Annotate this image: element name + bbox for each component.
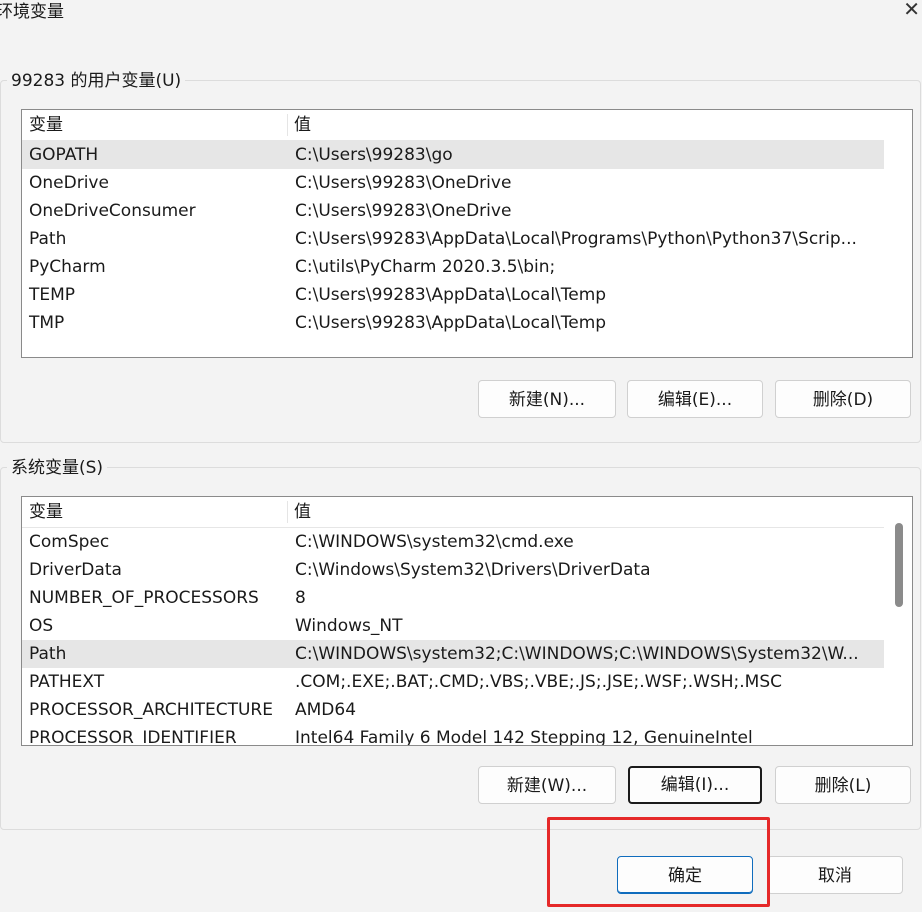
variable-name-cell: ComSpec <box>29 532 110 552</box>
variable-value-cell: C:\Users\99283\go <box>295 145 453 165</box>
variable-value-cell: .COM;.EXE;.BAT;.CMD;.VBS;.VBE;.JS;.JSE;.… <box>295 672 783 692</box>
user-edit-button[interactable]: 编辑(E)... <box>627 380 763 418</box>
user-variables-group: 99283 的用户变量(U) 变量 值 GOPATH C:\Users\99283… <box>0 69 921 443</box>
vertical-scrollbar[interactable] <box>886 497 912 745</box>
system-edit-button[interactable]: 编辑(I)... <box>628 766 762 804</box>
table-row[interactable]: ComSpec C:\WINDOWS\system32\cmd.exe <box>22 528 884 556</box>
variable-name-cell: PATHEXT <box>29 672 105 692</box>
variable-value-cell: C:\Users\99283\AppData\Local\Temp <box>295 285 607 305</box>
variable-value-cell: AMD64 <box>295 700 357 720</box>
table-row[interactable]: OneDriveConsumer C:\Users\99283\OneDrive <box>22 197 884 225</box>
table-row[interactable]: DriverData C:\Windows\System32\Drivers\Dr… <box>22 556 884 584</box>
list-header: 变量 值 <box>22 497 884 528</box>
table-row[interactable]: PyCharm C:\utils\PyCharm 2020.3.5\bin; <box>22 253 884 281</box>
column-header-variable[interactable]: 变量 <box>22 497 287 527</box>
variable-name-cell: PROCESSOR_ARCHITECTURE <box>29 700 273 720</box>
table-row[interactable]: NUMBER_OF_PROCESSORS 8 <box>22 584 884 612</box>
user-variables-list[interactable]: 变量 值 GOPATH C:\Users\99283\go OneDrive C:\U… <box>21 109 913 358</box>
system-delete-button[interactable]: 删除(L) <box>775 766 911 804</box>
column-header-value[interactable]: 值 <box>287 110 884 140</box>
user-new-button[interactable]: 新建(N)... <box>478 380 616 418</box>
variable-name-cell: TMP <box>29 313 65 333</box>
red-highlight-annotation <box>547 817 770 907</box>
table-row[interactable]: PATHEXT .COM;.EXE;.BAT;.CMD;.VBS;.VBE;.JS… <box>22 668 884 696</box>
variable-value-cell: Intel64 Family 6 Model 142 Stepping 12, … <box>295 728 753 746</box>
table-row[interactable]: OS Windows_NT <box>22 612 884 640</box>
variable-value-cell: C:\WINDOWS\system32\cmd.exe <box>295 532 574 552</box>
variable-name-cell: TEMP <box>29 285 76 305</box>
window-title: 环境变量 <box>0 2 64 22</box>
cancel-button[interactable]: 取消 <box>767 856 903 894</box>
column-header-value[interactable]: 值 <box>287 497 884 527</box>
title-bar: 环境变量 ✕ <box>0 0 922 32</box>
variable-name-cell: OneDriveConsumer <box>29 201 196 221</box>
list-header: 变量 值 <box>22 110 884 141</box>
variable-value-cell: Windows_NT <box>295 616 403 636</box>
table-row[interactable]: PROCESSOR_IDENTIFIER Intel64 Family 6 Mod… <box>22 724 884 746</box>
variable-name-cell: DriverData <box>29 560 122 580</box>
variable-value-cell: C:\utils\PyCharm 2020.3.5\bin; <box>295 257 556 277</box>
variable-name-cell: Path <box>29 644 67 664</box>
system-new-button[interactable]: 新建(W)... <box>478 766 616 804</box>
variable-value-cell: C:\Users\99283\OneDrive <box>295 201 512 221</box>
variable-name-cell: PyCharm <box>29 257 106 277</box>
variable-value-cell: C:\Users\99283\AppData\Local\Programs\Py… <box>295 229 857 249</box>
variable-value-cell: C:\WINDOWS\system32;C:\WINDOWS;C:\WINDOW… <box>295 644 859 664</box>
variable-value-cell: 8 <box>295 588 306 608</box>
variable-name-cell: NUMBER_OF_PROCESSORS <box>29 588 259 608</box>
scrollbar-thumb[interactable] <box>895 523 903 607</box>
table-row[interactable]: TEMP C:\Users\99283\AppData\Local\Temp <box>22 281 884 309</box>
variable-name-cell: OS <box>29 616 54 636</box>
variable-name-cell: PROCESSOR_IDENTIFIER <box>29 728 237 746</box>
variable-value-cell: C:\Windows\System32\Drivers\DriverData <box>295 560 651 580</box>
variable-name-cell: OneDrive <box>29 173 109 193</box>
user-delete-button[interactable]: 删除(D) <box>775 380 911 418</box>
system-variables-group: 系统变量(S) 变量 值 ComSpec C:\WINDOWS\system32\… <box>0 456 921 830</box>
variable-value-cell: C:\Users\99283\AppData\Local\Temp <box>295 313 607 333</box>
user-variables-legend: 99283 的用户变量(U) <box>7 69 186 93</box>
table-row[interactable]: Path C:\WINDOWS\system32;C:\WINDOWS;C:\WI… <box>22 640 884 668</box>
table-row[interactable]: PROCESSOR_ARCHITECTURE AMD64 <box>22 696 884 724</box>
variable-name-cell: Path <box>29 229 67 249</box>
table-row[interactable]: OneDrive C:\Users\99283\OneDrive <box>22 169 884 197</box>
variable-name-cell: GOPATH <box>29 145 99 165</box>
table-row[interactable]: Path C:\Users\99283\AppData\Local\Program… <box>22 225 884 253</box>
system-variables-list[interactable]: 变量 值 ComSpec C:\WINDOWS\system32\cmd.exe D… <box>21 496 913 746</box>
table-row[interactable]: TMP C:\Users\99283\AppData\Local\Temp <box>22 309 884 337</box>
close-icon[interactable]: ✕ <box>903 0 920 20</box>
column-header-variable[interactable]: 变量 <box>22 110 287 140</box>
variable-value-cell: C:\Users\99283\OneDrive <box>295 173 512 193</box>
system-variables-legend: 系统变量(S) <box>7 456 108 480</box>
table-row[interactable]: GOPATH C:\Users\99283\go <box>22 141 884 169</box>
